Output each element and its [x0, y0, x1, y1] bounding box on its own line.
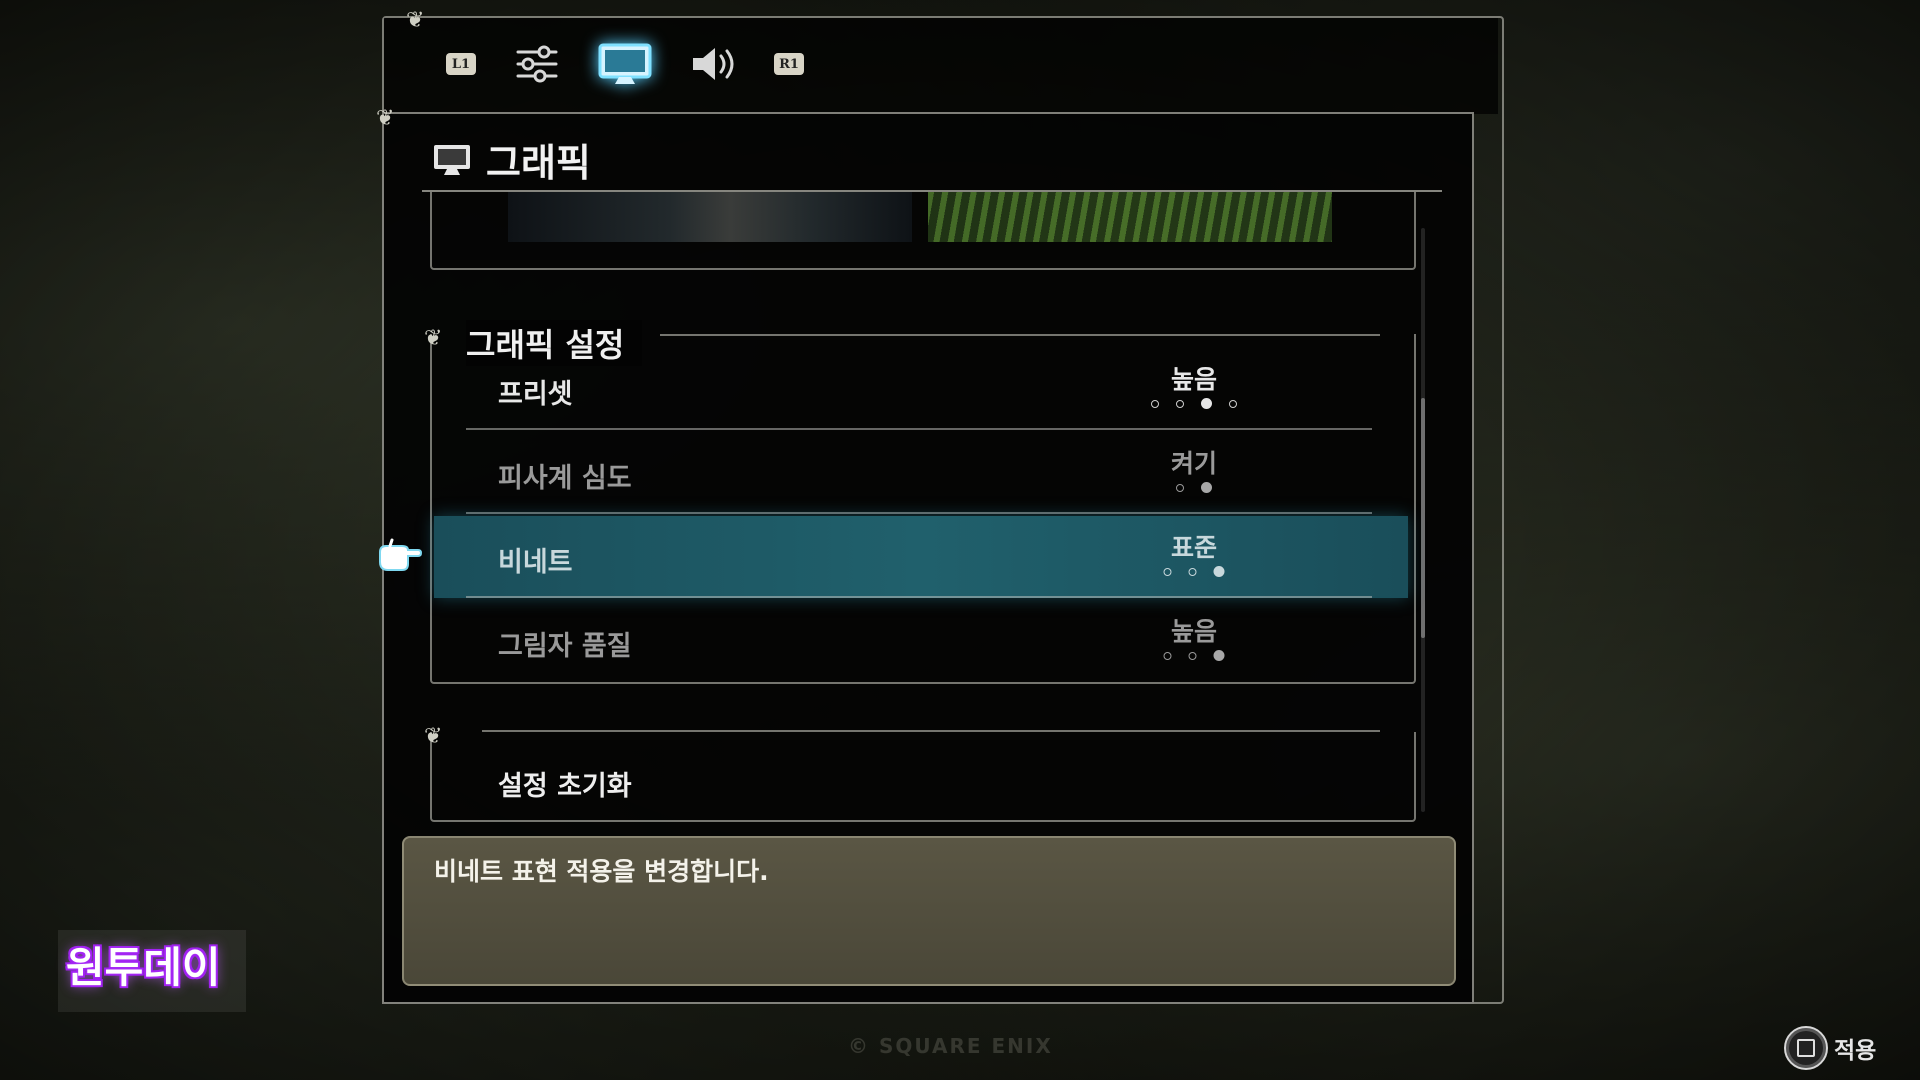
option-dot	[1229, 399, 1237, 408]
reset-settings-button[interactable]: 설정 초기화	[498, 764, 632, 803]
monitor-icon	[434, 144, 470, 175]
monitor-icon	[598, 43, 652, 84]
option-dot	[1163, 567, 1172, 576]
description-box: 비네트 표현 적용을 변경합니다.	[402, 836, 1456, 986]
corner-ornament-icon: ❦	[376, 106, 395, 131]
option-dot	[1201, 482, 1212, 493]
tab-general[interactable]	[512, 44, 562, 84]
sliders-icon	[516, 45, 558, 83]
setting-label: 그림자 품질	[498, 631, 632, 662]
page-title-row: 그래픽	[432, 132, 591, 187]
channel-watermark: 원투데이	[66, 943, 221, 992]
option-dot	[1176, 399, 1184, 408]
setting-label: 비네트	[498, 547, 573, 578]
setting-row-preset[interactable]: 프리셋 높음	[434, 348, 1408, 430]
option-dot	[1163, 651, 1172, 660]
option-dots	[1176, 482, 1212, 493]
tab-sound[interactable]	[688, 44, 740, 84]
setting-value: 켜기	[1170, 449, 1218, 478]
section-ornament-icon: ❦	[424, 724, 443, 749]
l1-icon: L1	[446, 53, 476, 75]
l1-button-hint[interactable]: L1	[446, 44, 476, 84]
option-dots	[1151, 398, 1237, 409]
preview-image-left	[508, 192, 912, 242]
r1-button-hint[interactable]: R1	[774, 44, 804, 84]
setting-value: 표준	[1170, 533, 1218, 562]
setting-value: 높음	[1170, 365, 1218, 394]
page-title: 그래픽	[486, 141, 591, 185]
row-divider	[466, 596, 1372, 598]
setting-row-depth-of-field[interactable]: 피사계 심도 켜기	[434, 432, 1408, 514]
option-dot	[1188, 567, 1197, 576]
setting-value: 높음	[1170, 617, 1218, 646]
option-dot	[1213, 566, 1225, 577]
description-text: 비네트 표현 적용을 변경합니다.	[434, 857, 769, 886]
option-dot	[1201, 398, 1212, 409]
section-divider	[660, 334, 1380, 336]
option-dots	[1163, 566, 1225, 577]
preview-image-right	[928, 192, 1332, 242]
reset-divider	[482, 730, 1380, 732]
row-divider	[466, 512, 1372, 514]
option-dot	[1151, 399, 1159, 408]
r1-icon: R1	[774, 53, 804, 75]
scrollbar-thumb[interactable]	[1421, 398, 1425, 638]
scrollbar[interactable]	[1421, 228, 1425, 812]
option-dot	[1176, 483, 1184, 492]
row-divider	[466, 428, 1372, 430]
setting-label: 피사계 심도	[498, 463, 632, 494]
square-button-icon	[1784, 1026, 1828, 1070]
option-dot	[1188, 651, 1197, 660]
graphics-preview	[430, 192, 1416, 270]
pointer-hand-icon	[379, 538, 422, 571]
setting-label: 프리셋	[498, 379, 573, 410]
tab-graphics[interactable]	[596, 43, 654, 84]
option-dot	[1213, 650, 1225, 661]
speaker-icon	[693, 48, 734, 80]
corner-ornament-icon: ❦	[406, 8, 425, 33]
copyright-text: © SQUARE ENIX	[848, 1034, 1053, 1058]
apply-button[interactable]: 적용	[1784, 1026, 1876, 1070]
apply-label: 적용	[1834, 1038, 1877, 1064]
setting-row-shadow-quality[interactable]: 그림자 품질 높음	[434, 600, 1408, 682]
setting-row-vignette[interactable]: 비네트 표준	[434, 516, 1408, 598]
option-dots	[1163, 650, 1225, 661]
